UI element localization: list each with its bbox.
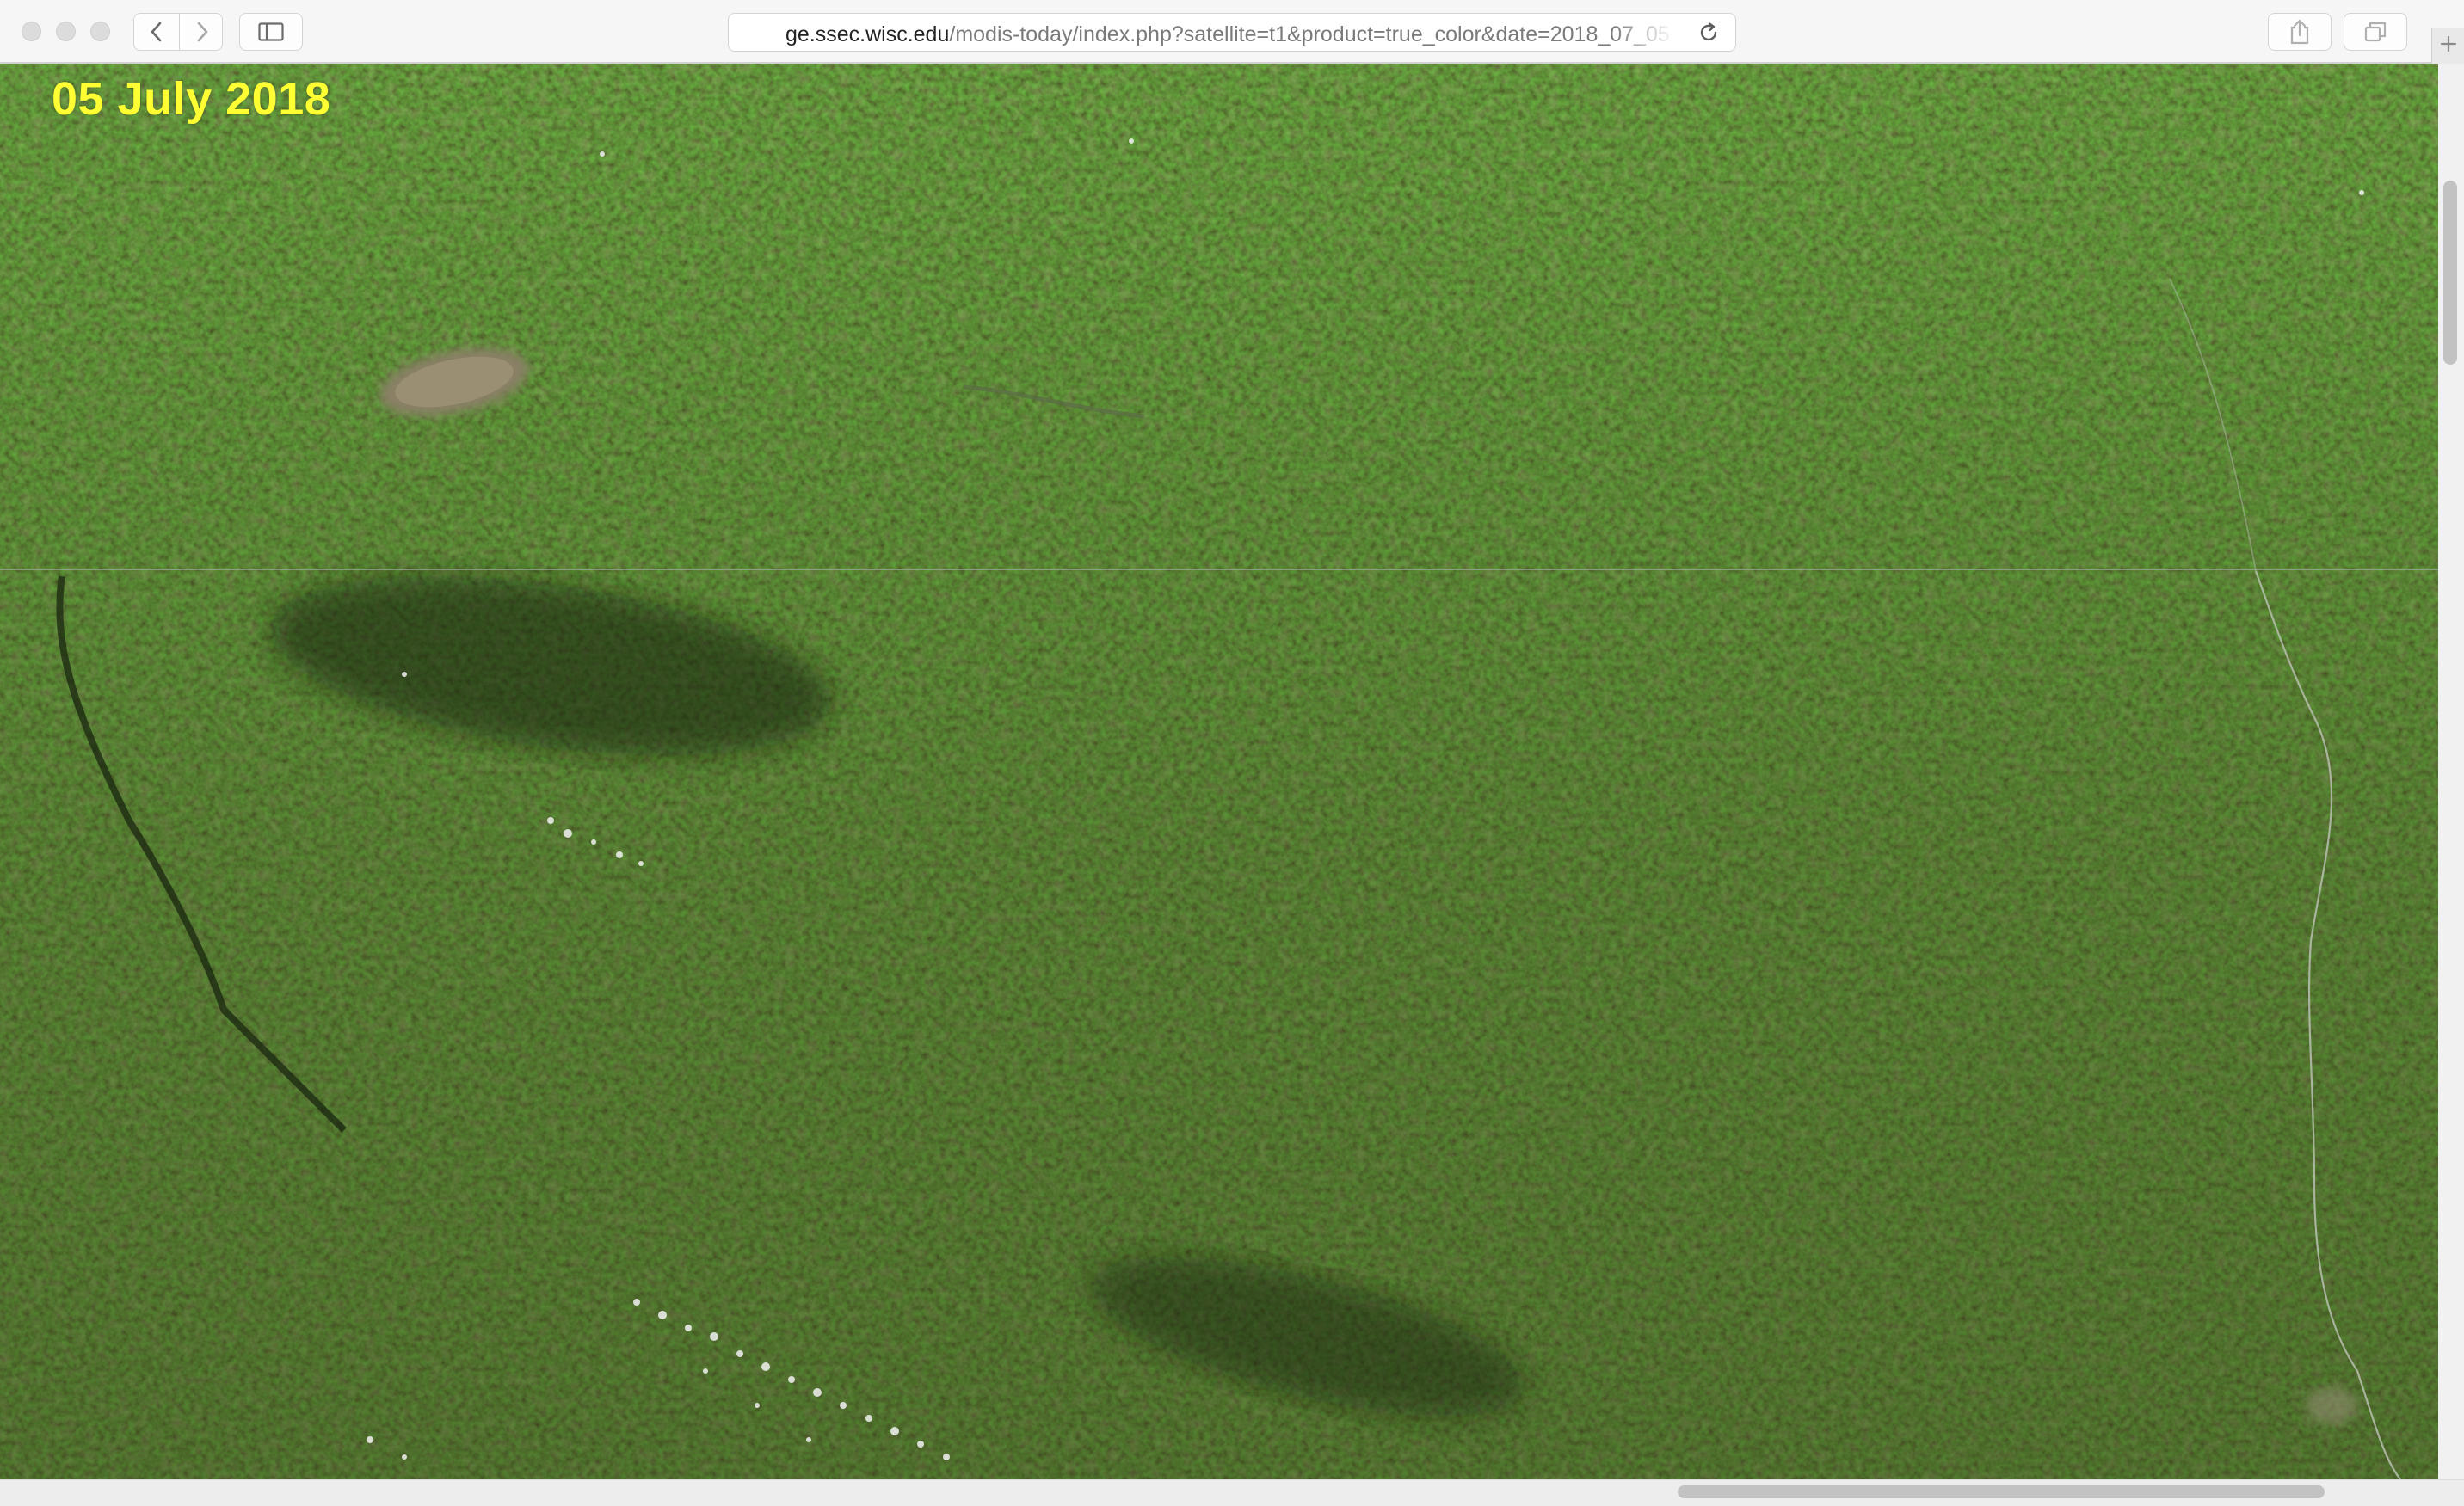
horizontal-scrollbar-thumb[interactable] xyxy=(1678,1485,2325,1498)
chevron-right-icon xyxy=(195,21,209,43)
share-button[interactable] xyxy=(2268,13,2332,51)
new-tab-button[interactable] xyxy=(2431,28,2464,64)
close-window-button[interactable] xyxy=(22,22,41,41)
sidebar-button[interactable] xyxy=(239,13,303,51)
url-path: /modis-today/index.php?satellite=t1&prod… xyxy=(949,22,1670,46)
share-icon xyxy=(2289,19,2310,45)
navigation-buttons xyxy=(133,13,223,51)
tabs-icon xyxy=(2364,22,2387,42)
date-label: 05 July 2018 xyxy=(52,73,331,125)
plus-icon xyxy=(2440,35,2457,57)
vertical-scrollbar-thumb[interactable] xyxy=(2443,181,2457,365)
url-text: ge.ssec.wisc.edu/modis-today/index.php?s… xyxy=(785,22,1675,47)
url-host: ge.ssec.wisc.edu xyxy=(785,22,950,46)
address-bar[interactable]: ge.ssec.wisc.edu/modis-today/index.php?s… xyxy=(728,13,1736,52)
minimize-window-button[interactable] xyxy=(56,22,76,41)
satellite-image xyxy=(0,64,2438,1479)
zoom-window-button[interactable] xyxy=(90,22,110,41)
reload-icon[interactable] xyxy=(1697,22,1720,48)
forward-button[interactable] xyxy=(180,14,224,50)
chevron-left-icon xyxy=(150,21,163,43)
tab-overview-button[interactable] xyxy=(2344,13,2407,51)
satellite-image-viewport: 05 July 2018 xyxy=(0,64,2438,1479)
sidebar-icon xyxy=(258,22,284,41)
browser-toolbar: ge.ssec.wisc.edu/modis-today/index.php?s… xyxy=(0,0,2464,64)
back-button[interactable] xyxy=(134,14,179,50)
